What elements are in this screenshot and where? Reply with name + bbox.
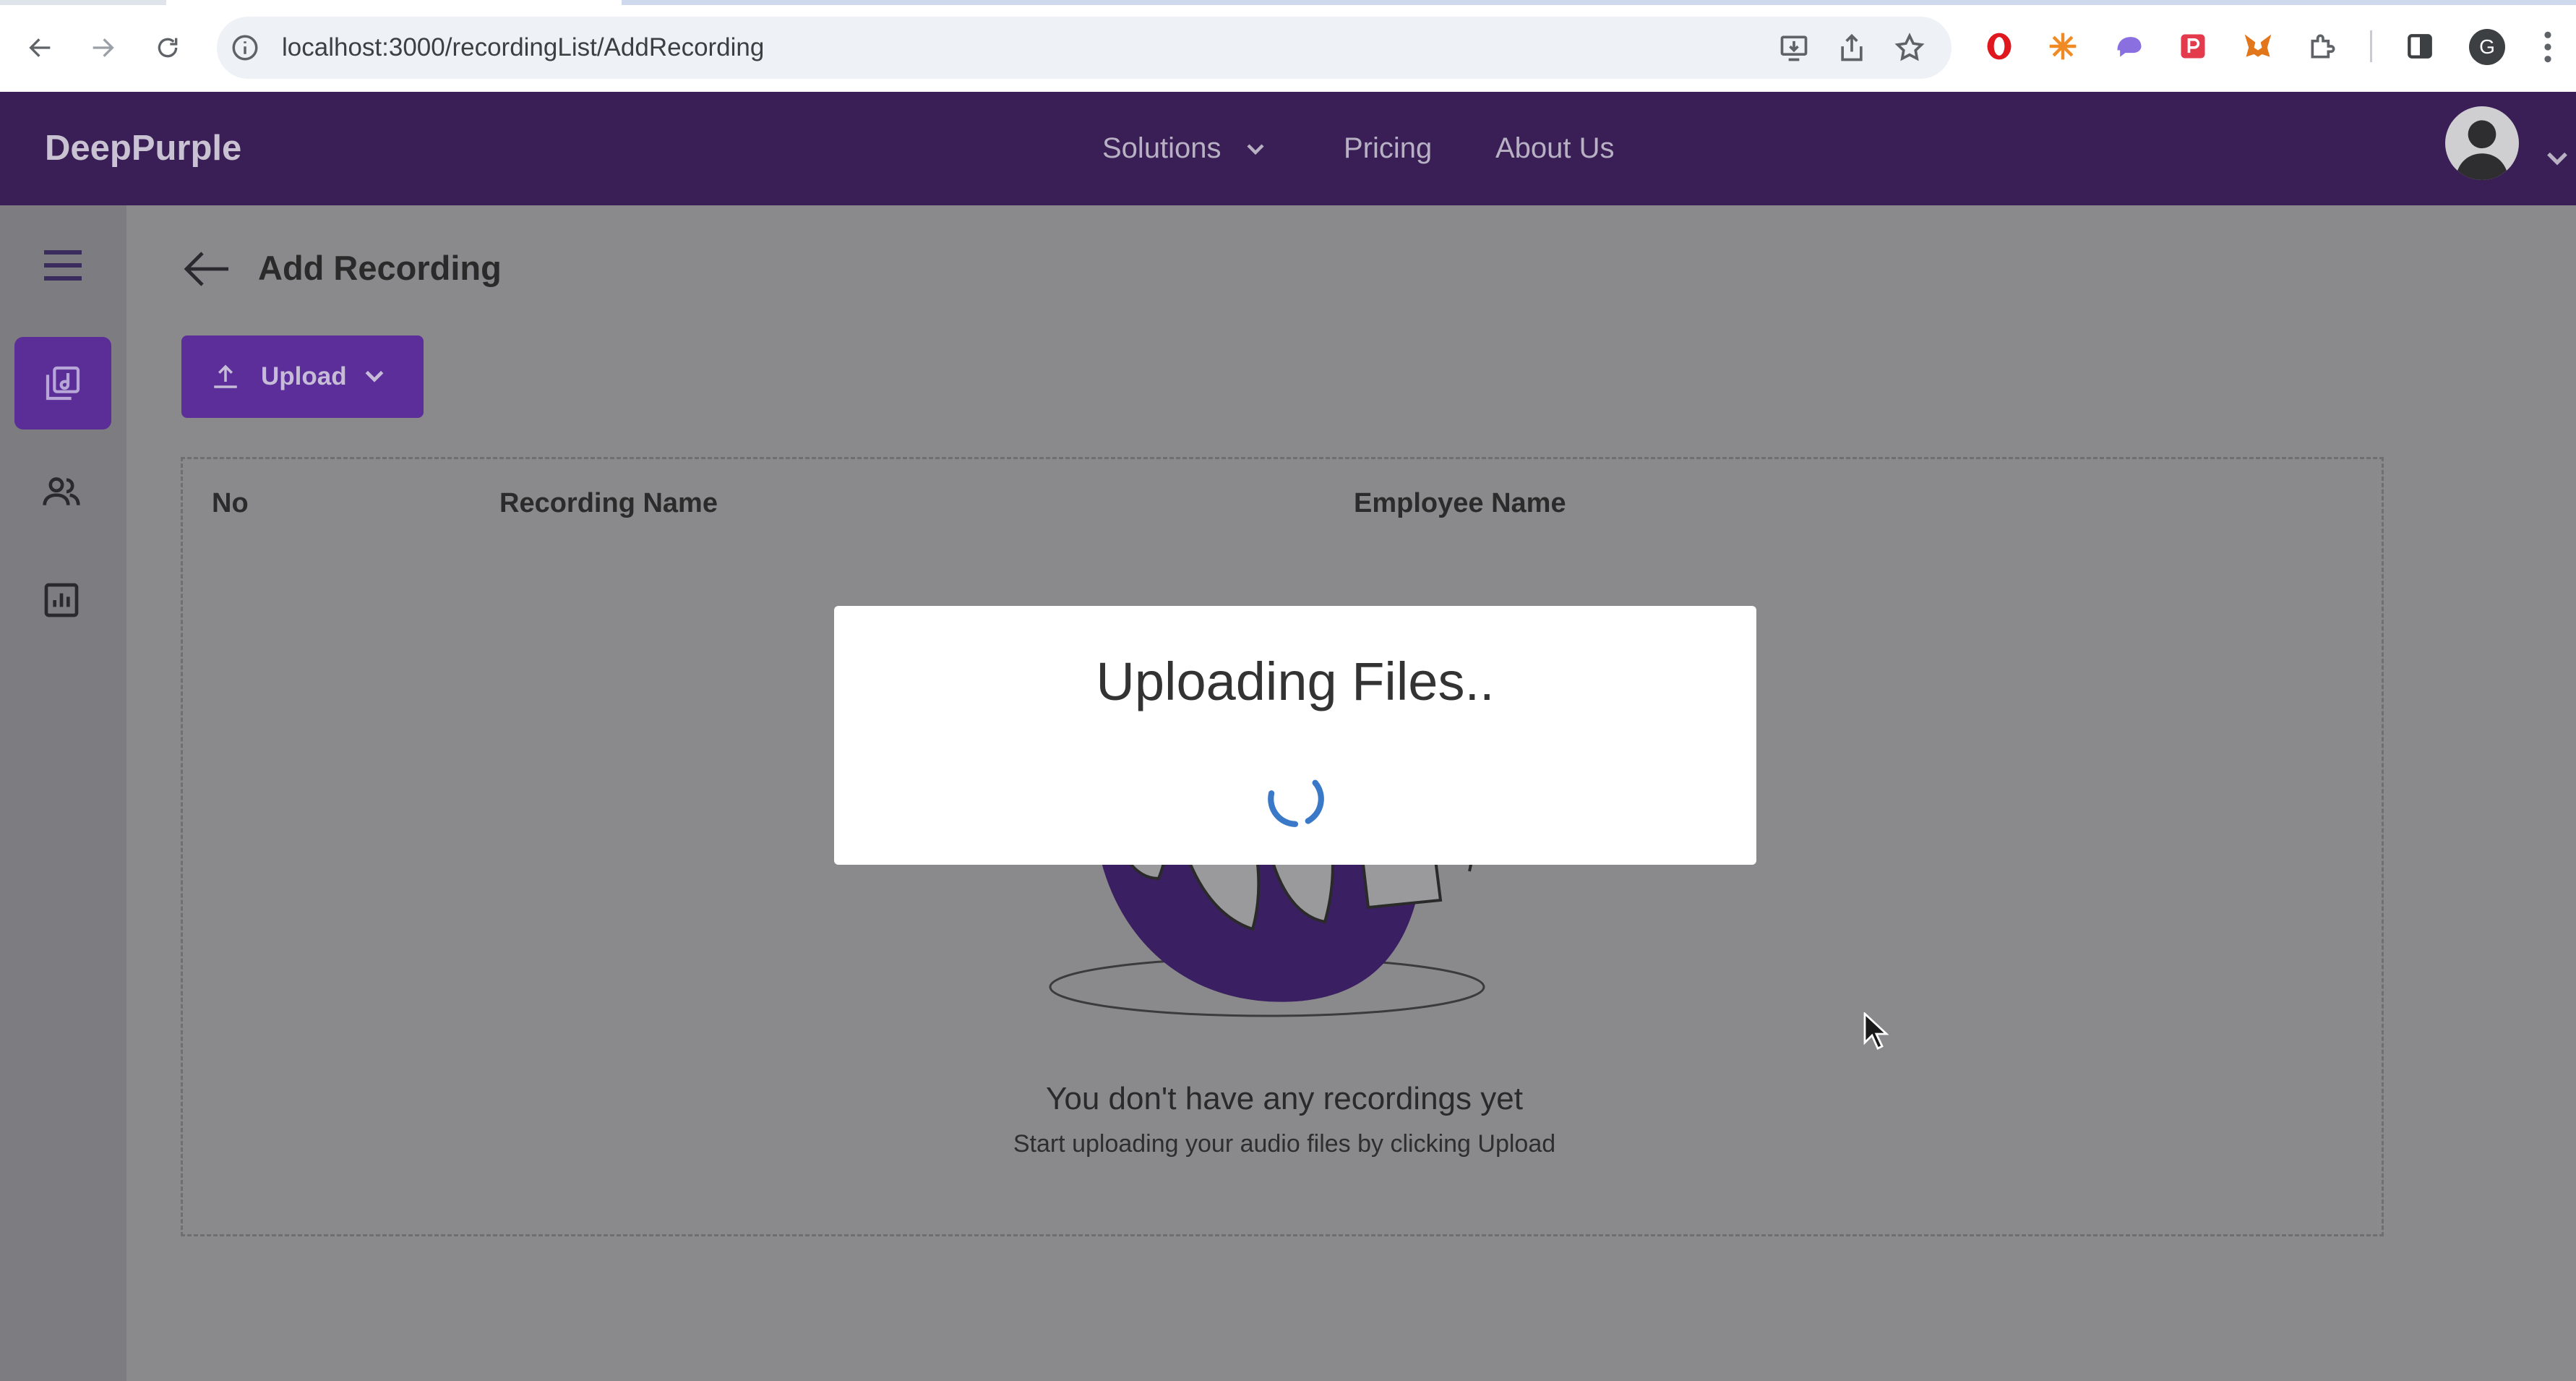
pocket-icon — [2181, 34, 2205, 59]
ghost-extension[interactable] — [2112, 29, 2147, 64]
music-library-icon — [46, 366, 80, 401]
reload-icon — [158, 38, 178, 58]
nav-pricing[interactable]: Pricing — [1344, 92, 1432, 205]
site-info-icon[interactable] — [230, 33, 260, 63]
forward-button[interactable] — [80, 25, 126, 71]
pocket-extension[interactable] — [2176, 29, 2210, 64]
side-panel-icon — [2408, 34, 2432, 59]
hamburger-menu-icon[interactable] — [41, 247, 85, 283]
ghost-icon — [2117, 37, 2142, 57]
empty-state-subtitle: Start uploading your audio files by clic… — [1013, 1130, 1556, 1158]
bookmark-star-icon[interactable] — [1894, 32, 1925, 64]
nav-about-us[interactable]: About Us — [1495, 92, 1615, 205]
side-panel-button[interactable] — [2403, 29, 2437, 64]
tab-strip-background — [622, 0, 2576, 5]
opera-icon — [1987, 33, 2012, 60]
puzzle-icon — [2311, 34, 2335, 59]
empty-state-title: You don't have any recordings yet — [1046, 1081, 1523, 1116]
upload-icon — [214, 364, 237, 388]
reload-button[interactable] — [145, 25, 191, 71]
chevron-down-icon — [365, 370, 384, 382]
extensions-menu[interactable] — [2306, 29, 2340, 64]
user-avatar[interactable] — [2445, 106, 2519, 180]
fox-icon — [2244, 34, 2272, 57]
url-text[interactable]: localhost:3000/recordingList/AddRecordin… — [282, 17, 764, 79]
account-chevron-down-icon[interactable] — [2545, 150, 2569, 168]
opera-extension[interactable] — [1982, 29, 2017, 64]
browser-profile-avatar[interactable]: G — [2469, 29, 2505, 65]
share-icon[interactable] — [1836, 32, 1868, 64]
modal-title: Uploading Files.. — [1096, 651, 1495, 711]
install-app-icon[interactable] — [1778, 32, 1810, 64]
more-menu-icon[interactable] — [2541, 29, 2555, 65]
app-header: DeepPurple Solutions Pricing About Us — [0, 92, 2576, 205]
column-header-recording-name: Recording Name — [499, 488, 718, 518]
browser-chrome: localhost:3000/recordingList/AddRecordin… — [0, 0, 2576, 92]
chevron-down-icon — [1247, 144, 1264, 155]
arrow-left-icon — [29, 38, 51, 57]
address-bar[interactable]: localhost:3000/recordingList/AddRecordin… — [217, 17, 1952, 79]
toolbar-divider — [2370, 30, 2372, 62]
brand-logo[interactable]: DeepPurple — [45, 92, 241, 205]
page-title: Add Recording — [258, 249, 502, 287]
nav-solutions[interactable]: Solutions — [1102, 92, 1266, 205]
back-arrow-icon[interactable] — [182, 250, 231, 288]
arrow-right-icon — [93, 38, 114, 57]
uploading-modal: Uploading Files.. — [834, 606, 1756, 865]
sidebar — [0, 205, 126, 1381]
loading-spinner-icon — [1268, 771, 1324, 827]
people-icon[interactable] — [41, 471, 82, 512]
metamask-extension[interactable] — [2241, 29, 2275, 64]
active-tab-indicator — [166, 0, 622, 5]
upload-button-label: Upload — [261, 362, 347, 390]
column-header-employee-name: Employee Name — [1354, 488, 1566, 518]
sidebar-item-recordings[interactable] — [14, 337, 111, 429]
upload-button[interactable]: Upload — [181, 335, 424, 418]
mouse-cursor-icon — [1863, 1012, 1889, 1050]
nav-solutions-label: Solutions — [1102, 132, 1222, 164]
back-button[interactable] — [17, 25, 64, 71]
column-header-no: No — [212, 488, 249, 518]
sparkle-extension[interactable] — [2045, 29, 2080, 64]
user-silhouette-icon — [2455, 120, 2509, 180]
sparkle-icon — [2049, 33, 2077, 60]
analytics-chart-icon[interactable] — [41, 580, 82, 620]
tab-strip — [0, 0, 2576, 5]
